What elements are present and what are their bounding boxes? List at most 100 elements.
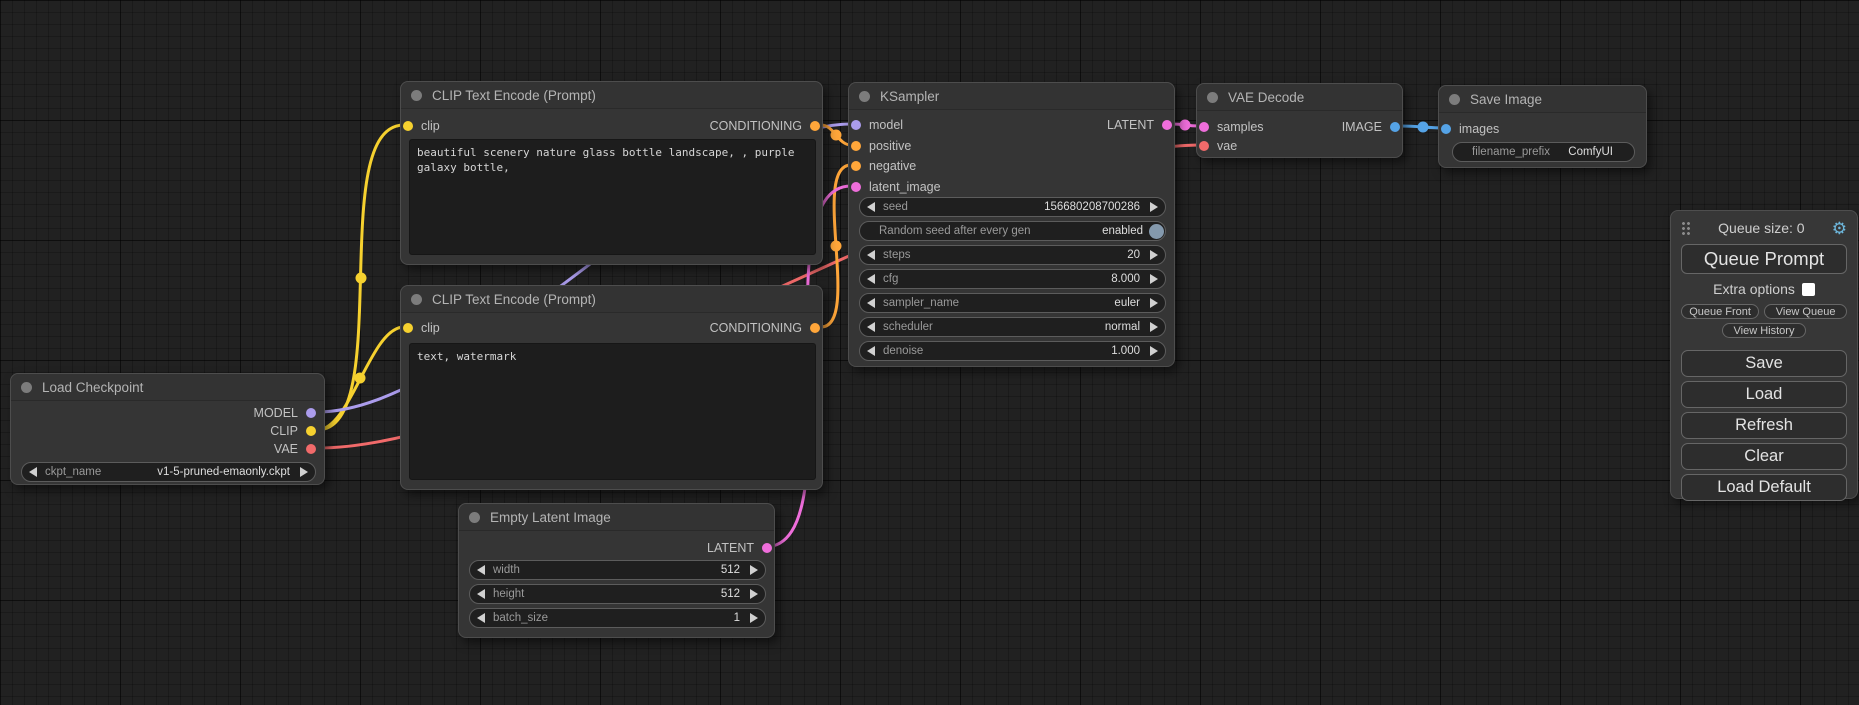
increment-arrow-icon[interactable] [1150, 346, 1158, 356]
decrement-arrow-icon[interactable] [867, 202, 875, 212]
node-clip-text-encode-positive[interactable]: CLIP Text Encode (Prompt) clip CONDITION… [400, 81, 823, 265]
random-seed-toggle-widget[interactable]: Random seed after every gen enabled [859, 221, 1166, 241]
decrement-arrow-icon[interactable] [477, 565, 485, 575]
increment-arrow-icon[interactable] [1150, 274, 1158, 284]
output-vae[interactable]: VAE [274, 441, 318, 457]
node-header[interactable]: VAE Decode [1197, 84, 1402, 111]
port-dot-image[interactable] [1390, 122, 1400, 132]
height-widget[interactable]: height 512 [469, 584, 766, 604]
sampler-name-widget[interactable]: sampler_name euler [859, 293, 1166, 313]
port-dot-model[interactable] [306, 408, 316, 418]
output-clip[interactable]: CLIP [270, 423, 318, 439]
port-dot-conditioning[interactable] [851, 161, 861, 171]
decrement-arrow-icon[interactable] [867, 298, 875, 308]
node-ksampler[interactable]: KSampler model positive negative latent_… [848, 82, 1175, 367]
increment-arrow-icon[interactable] [750, 613, 758, 623]
save-button[interactable]: Save [1681, 350, 1847, 377]
port-dot-clip[interactable] [306, 426, 316, 436]
increment-arrow-icon[interactable] [1150, 250, 1158, 260]
collapse-dot-icon[interactable] [21, 382, 32, 393]
input-model[interactable]: model [849, 117, 903, 133]
increment-arrow-icon[interactable] [1150, 298, 1158, 308]
link-dot[interactable] [831, 130, 842, 141]
node-vae-decode[interactable]: VAE Decode samples vae IMAGE [1196, 83, 1403, 158]
prompt-textarea-negative[interactable]: text, watermark [409, 343, 816, 480]
increment-arrow-icon[interactable] [1150, 202, 1158, 212]
prompt-textarea-positive[interactable]: beautiful scenery nature glass bottle la… [409, 139, 816, 255]
increment-arrow-icon[interactable] [750, 565, 758, 575]
port-dot-conditioning[interactable] [810, 323, 820, 333]
cfg-widget[interactable]: cfg 8.000 [859, 269, 1166, 289]
collapse-dot-icon[interactable] [411, 294, 422, 305]
node-header[interactable]: Save Image [1439, 86, 1646, 113]
input-vae[interactable]: vae [1197, 138, 1237, 154]
node-header[interactable]: Load Checkpoint [11, 374, 324, 401]
queue-prompt-button[interactable]: Queue Prompt [1681, 244, 1847, 274]
input-positive[interactable]: positive [849, 138, 911, 154]
decrement-arrow-icon[interactable] [477, 589, 485, 599]
node-header[interactable]: KSampler [849, 83, 1174, 110]
node-empty-latent-image[interactable]: Empty Latent Image LATENT width 512 heig… [458, 503, 775, 638]
decrement-arrow-icon[interactable] [29, 467, 37, 477]
port-dot-latent[interactable] [1162, 120, 1172, 130]
decrement-arrow-icon[interactable] [867, 274, 875, 284]
input-negative[interactable]: negative [849, 158, 916, 174]
refresh-button[interactable]: Refresh [1681, 412, 1847, 439]
port-dot-model[interactable] [851, 120, 861, 130]
node-clip-text-encode-negative[interactable]: CLIP Text Encode (Prompt) clip CONDITION… [400, 285, 823, 490]
node-header[interactable]: Empty Latent Image [459, 504, 774, 531]
extra-options-checkbox[interactable] [1802, 283, 1815, 296]
collapse-dot-icon[interactable] [859, 91, 870, 102]
clear-button[interactable]: Clear [1681, 443, 1847, 470]
link-dot[interactable] [1418, 122, 1429, 133]
drag-handle-icon[interactable] [1681, 221, 1691, 235]
width-widget[interactable]: width 512 [469, 560, 766, 580]
increment-arrow-icon[interactable] [300, 467, 308, 477]
output-latent[interactable]: LATENT [1107, 117, 1174, 133]
port-dot-conditioning[interactable] [851, 141, 861, 151]
output-conditioning[interactable]: CONDITIONING [710, 118, 822, 134]
batch-size-widget[interactable]: batch_size 1 [469, 608, 766, 628]
port-dot-conditioning[interactable] [810, 121, 820, 131]
toggle-circle-icon[interactable] [1149, 224, 1164, 239]
view-history-button[interactable]: View History [1722, 323, 1806, 338]
input-images[interactable]: images [1439, 121, 1499, 137]
gear-icon[interactable]: ⚙ [1832, 220, 1847, 237]
link-dot[interactable] [831, 241, 842, 252]
output-image[interactable]: IMAGE [1342, 119, 1402, 135]
port-dot-clip[interactable] [403, 323, 413, 333]
node-header[interactable]: CLIP Text Encode (Prompt) [401, 82, 822, 109]
load-button[interactable]: Load [1681, 381, 1847, 408]
scheduler-widget[interactable]: scheduler normal [859, 317, 1166, 337]
load-default-button[interactable]: Load Default [1681, 474, 1847, 501]
view-queue-button[interactable]: View Queue [1764, 304, 1847, 319]
decrement-arrow-icon[interactable] [867, 250, 875, 260]
port-dot-latent[interactable] [762, 543, 772, 553]
output-model[interactable]: MODEL [254, 405, 318, 421]
port-dot-vae[interactable] [1199, 141, 1209, 151]
steps-widget[interactable]: steps 20 [859, 245, 1166, 265]
input-clip[interactable]: clip [401, 320, 440, 336]
port-dot-latent[interactable] [851, 182, 861, 192]
link-dot[interactable] [355, 373, 366, 384]
node-load-checkpoint[interactable]: Load Checkpoint MODEL CLIP VAE ckpt_name… [10, 373, 325, 485]
collapse-dot-icon[interactable] [411, 90, 422, 101]
decrement-arrow-icon[interactable] [477, 613, 485, 623]
increment-arrow-icon[interactable] [750, 589, 758, 599]
denoise-widget[interactable]: denoise 1.000 [859, 341, 1166, 361]
queue-front-button[interactable]: Queue Front [1681, 304, 1759, 319]
port-dot-vae[interactable] [306, 444, 316, 454]
input-samples[interactable]: samples [1197, 119, 1264, 135]
ckpt-name-widget[interactable]: ckpt_name v1-5-pruned-emaonly.ckpt [21, 462, 316, 482]
link-dot[interactable] [356, 273, 367, 284]
input-clip[interactable]: clip [401, 118, 440, 134]
increment-arrow-icon[interactable] [1150, 322, 1158, 332]
decrement-arrow-icon[interactable] [867, 346, 875, 356]
input-latent-image[interactable]: latent_image [849, 179, 941, 195]
output-conditioning[interactable]: CONDITIONING [710, 320, 822, 336]
collapse-dot-icon[interactable] [1449, 94, 1460, 105]
decrement-arrow-icon[interactable] [867, 322, 875, 332]
port-dot-latent[interactable] [1199, 122, 1209, 132]
seed-widget[interactable]: seed 156680208700286 [859, 197, 1166, 217]
collapse-dot-icon[interactable] [1207, 92, 1218, 103]
